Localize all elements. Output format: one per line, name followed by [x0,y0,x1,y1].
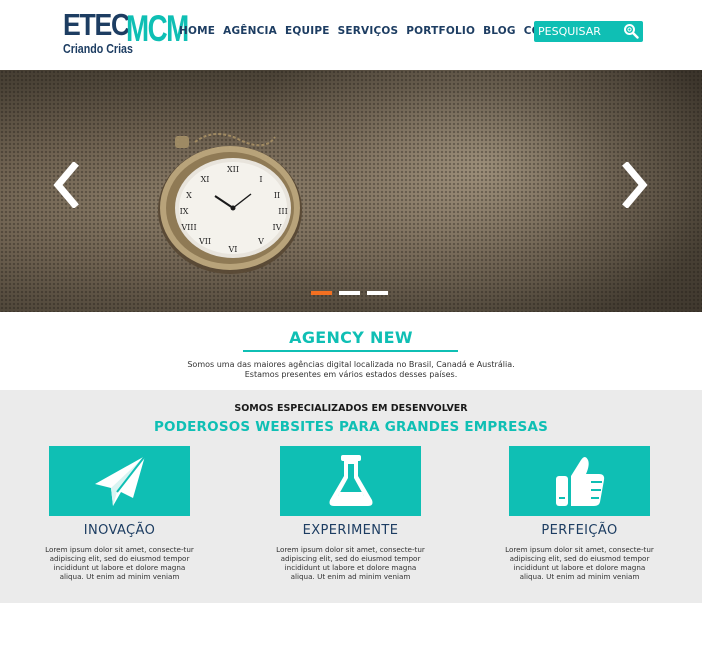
main-nav: HOME AGÊNCIA EQUIPE SERVIÇOS PORTFOLIO B… [179,25,580,37]
nav-agencia[interactable]: AGÊNCIA [223,25,277,37]
services-section: SOMOS ESPECIALIZADOS EM DESENVOLVER PODE… [0,390,702,603]
slider-next-button[interactable] [621,162,651,208]
site-logo[interactable]: ETEC MCM Criando Crias [62,7,189,59]
service-icon-box [280,446,421,516]
slider-indicators [311,291,388,295]
search-icon[interactable] [623,23,639,39]
agency-title: AGENCY NEW [289,328,413,347]
svg-text:II: II [274,191,280,200]
service-description: Lorem ipsum dolor sit amet, consecte-tur… [276,545,425,581]
pocket-watch-image: XII I II III IV V VI VII VIII IX X XI [158,133,302,274]
nav-equipe[interactable]: EQUIPE [285,25,330,37]
svg-text:I: I [259,175,262,184]
service-title: PERFEIÇÃO [541,523,618,538]
svg-text:V: V [257,237,264,246]
service-title: EXPERIMENTE [302,523,399,538]
logo-etec: ETEC [63,7,130,42]
service-icon-box [509,446,650,516]
service-title: INOVAÇÃO [83,523,156,538]
agency-text-line-2: Estamos presentes em vários estados dess… [244,370,458,379]
svg-text:VIII: VIII [180,223,196,232]
nav-blog[interactable]: BLOG [483,25,516,37]
hero-slider: XII I II III IV V VI VII VIII IX X XI [0,70,702,312]
svg-text:VII: VII [198,237,211,246]
svg-text:IX: IX [180,207,189,216]
site-header: ETEC MCM Criando Crias HOME AGÊNCIA EQUI… [0,0,702,70]
flask-icon [329,455,373,506]
search-input[interactable] [538,23,618,40]
slider-prev-button[interactable] [50,162,80,208]
services-kicker: SOMOS ESPECIALIZADOS EM DESENVOLVER [234,403,468,414]
thumbs-up-icon [556,457,605,506]
nav-home[interactable]: HOME [179,25,215,37]
nav-servicos[interactable]: SERVIÇOS [338,25,399,37]
agency-title-underline [243,350,458,352]
svg-text:X: X [186,191,192,200]
service-description: Lorem ipsum dolor sit amet, consecte-tur… [45,545,194,581]
agency-text-line-1: Somos uma das maiores agências digital l… [187,360,515,369]
slider-dot-1[interactable] [311,291,332,295]
service-icon-box [49,446,190,516]
slider-dot-3[interactable] [367,291,388,295]
slider-dot-2[interactable] [339,291,360,295]
svg-text:XI: XI [201,175,210,184]
services-headline: PODEROSOS WEBSITES PARA GRANDES EMPRESAS [153,419,549,435]
service-description: Lorem ipsum dolor sit amet, consecte-tur… [505,545,654,581]
svg-text:VI: VI [228,245,238,254]
logo-subtitle: Criando Crias [63,41,133,56]
svg-text:III: III [278,207,287,216]
svg-text:IV: IV [273,223,282,232]
search-box [534,21,643,42]
paper-plane-icon [95,455,146,506]
agency-section: AGENCY NEW Somos uma das maiores agência… [0,312,702,390]
svg-text:XII: XII [227,165,239,174]
nav-portfolio[interactable]: PORTFOLIO [406,25,475,37]
hero-sand-texture [0,70,702,312]
